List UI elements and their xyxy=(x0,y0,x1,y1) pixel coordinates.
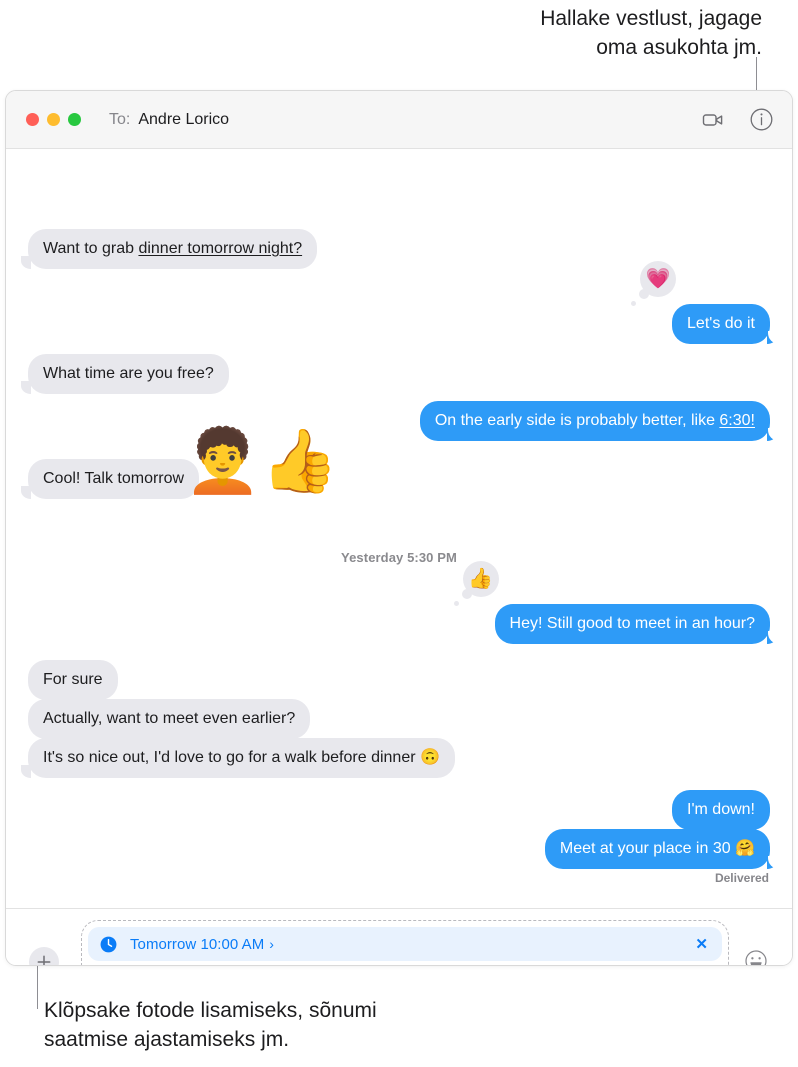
message-row: I'm down! xyxy=(672,790,770,830)
video-camera-icon[interactable] xyxy=(700,107,726,133)
scheduled-send-time: Tomorrow 10:00 AM xyxy=(130,935,265,953)
message-bubble-incoming[interactable]: Actually, want to meet even earlier? xyxy=(28,699,311,739)
smiley-face-icon xyxy=(745,950,767,965)
plus-icon xyxy=(37,955,51,965)
message-row: 💗 Let's do it xyxy=(631,261,779,344)
message-text: On the early side is probably better, li… xyxy=(434,412,755,429)
close-window-button[interactable] xyxy=(26,113,39,126)
message-row: On the early side is probably better, li… xyxy=(419,401,780,441)
emoji-picker-button[interactable] xyxy=(742,947,770,965)
recipient-name: Andre Lorico xyxy=(138,110,230,128)
titlebar-actions xyxy=(700,107,774,133)
message-composer: Tomorrow 10:00 AM › ✕ Happy birthday! To… xyxy=(6,908,792,965)
delivery-status: Delivered xyxy=(714,871,769,885)
message-text: I'm down! xyxy=(687,801,755,818)
remove-schedule-button[interactable]: ✕ xyxy=(695,937,708,952)
message-text: Hey! Still good to meet in an hour? xyxy=(509,615,755,632)
tapback-dot-large xyxy=(639,289,650,299)
message-text: Let's do it xyxy=(687,315,755,332)
message-draft-input[interactable]: Happy birthday! Told you I wouldn't forg… xyxy=(88,961,722,965)
message-row: Cool! Talk tomorrow xyxy=(20,459,200,499)
add-attachment-button[interactable] xyxy=(29,947,59,965)
info-circle-icon[interactable] xyxy=(748,107,774,133)
callout-top-text: Hallake vestlust, jagage oma asukohta jm… xyxy=(540,7,762,59)
conversation-timestamp: Yesterday 5:30 PM xyxy=(341,550,457,565)
tapback-dot-small xyxy=(631,301,637,306)
message-bubble-incoming[interactable]: Want to grab dinner tomorrow night? xyxy=(20,229,318,269)
message-row: For sure xyxy=(28,660,118,700)
message-text: It's so nice out, I'd love to go for a w… xyxy=(43,749,440,766)
tapback-emoji: 👍 xyxy=(468,568,493,590)
message-row: Want to grab dinner tomorrow night? xyxy=(20,229,318,269)
chevron-right-icon[interactable]: › xyxy=(269,936,274,952)
clock-icon xyxy=(100,936,117,952)
message-bubble-incoming[interactable]: For sure xyxy=(28,660,118,700)
tapback-thumbs-up[interactable]: 👍 xyxy=(453,561,499,606)
message-bubble-outgoing[interactable]: I'm down! xyxy=(672,790,770,830)
tapback-dot-large xyxy=(461,589,472,599)
message-transcript[interactable]: Want to grab dinner tomorrow night? 💗 Le… xyxy=(6,149,792,908)
message-bubble-outgoing[interactable]: Meet at your place in 30 🤗 xyxy=(544,829,780,869)
message-text: Want to grab dinner tomorrow night? xyxy=(43,240,303,257)
memoji-thumbs-up-sticker[interactable]: 🧑‍🦱👍 xyxy=(184,431,338,493)
window-titlebar: To: Andre Lorico xyxy=(6,91,792,149)
message-text: Actually, want to meet even earlier? xyxy=(43,710,296,727)
message-row: Meet at your place in 30 🤗 xyxy=(544,829,780,869)
message-text: Cool! Talk tomorrow xyxy=(43,470,185,487)
scheduled-send-chip[interactable]: Tomorrow 10:00 AM › ✕ xyxy=(88,927,722,961)
recipient-label: To: xyxy=(109,110,131,128)
zoom-window-button[interactable] xyxy=(68,113,81,126)
message-row: Actually, want to meet even earlier? xyxy=(28,699,311,739)
message-bubble-outgoing[interactable]: 👍 Hey! Still good to meet in an hour? xyxy=(453,561,780,644)
message-bubble-incoming[interactable]: It's so nice out, I'd love to go for a w… xyxy=(21,738,455,778)
message-bubble-incoming[interactable]: What time are you free? xyxy=(21,354,229,394)
traffic-light-buttons xyxy=(26,113,81,126)
tapback-dot-small xyxy=(453,601,459,606)
minimize-window-button[interactable] xyxy=(47,113,60,126)
message-input-area[interactable]: Tomorrow 10:00 AM › ✕ Happy birthday! To… xyxy=(81,920,729,965)
message-text: For sure xyxy=(43,671,103,688)
messages-window: To: Andre Lorico Want to grab dinner tom… xyxy=(5,90,793,966)
message-text: Meet at your place in 30 🤗 xyxy=(559,840,755,857)
message-bubble-outgoing[interactable]: 💗 Let's do it xyxy=(631,261,779,344)
callout-bottom-text: Klõpsake fotode lisamiseks, sõnumi saatm… xyxy=(44,999,377,1051)
message-row: It's so nice out, I'd love to go for a w… xyxy=(21,738,455,778)
message-text: What time are you free? xyxy=(43,365,214,382)
message-bubble-incoming[interactable]: Cool! Talk tomorrow xyxy=(20,459,200,499)
tapback-heart[interactable]: 💗 xyxy=(631,261,677,306)
tapback-emoji: 💗 xyxy=(645,268,671,290)
message-row: 👍 Hey! Still good to meet in an hour? xyxy=(453,561,780,644)
message-bubble-outgoing[interactable]: On the early side is probably better, li… xyxy=(419,401,780,441)
message-row: What time are you free? xyxy=(21,354,229,394)
recipient-field[interactable]: To: Andre Lorico xyxy=(109,111,229,129)
